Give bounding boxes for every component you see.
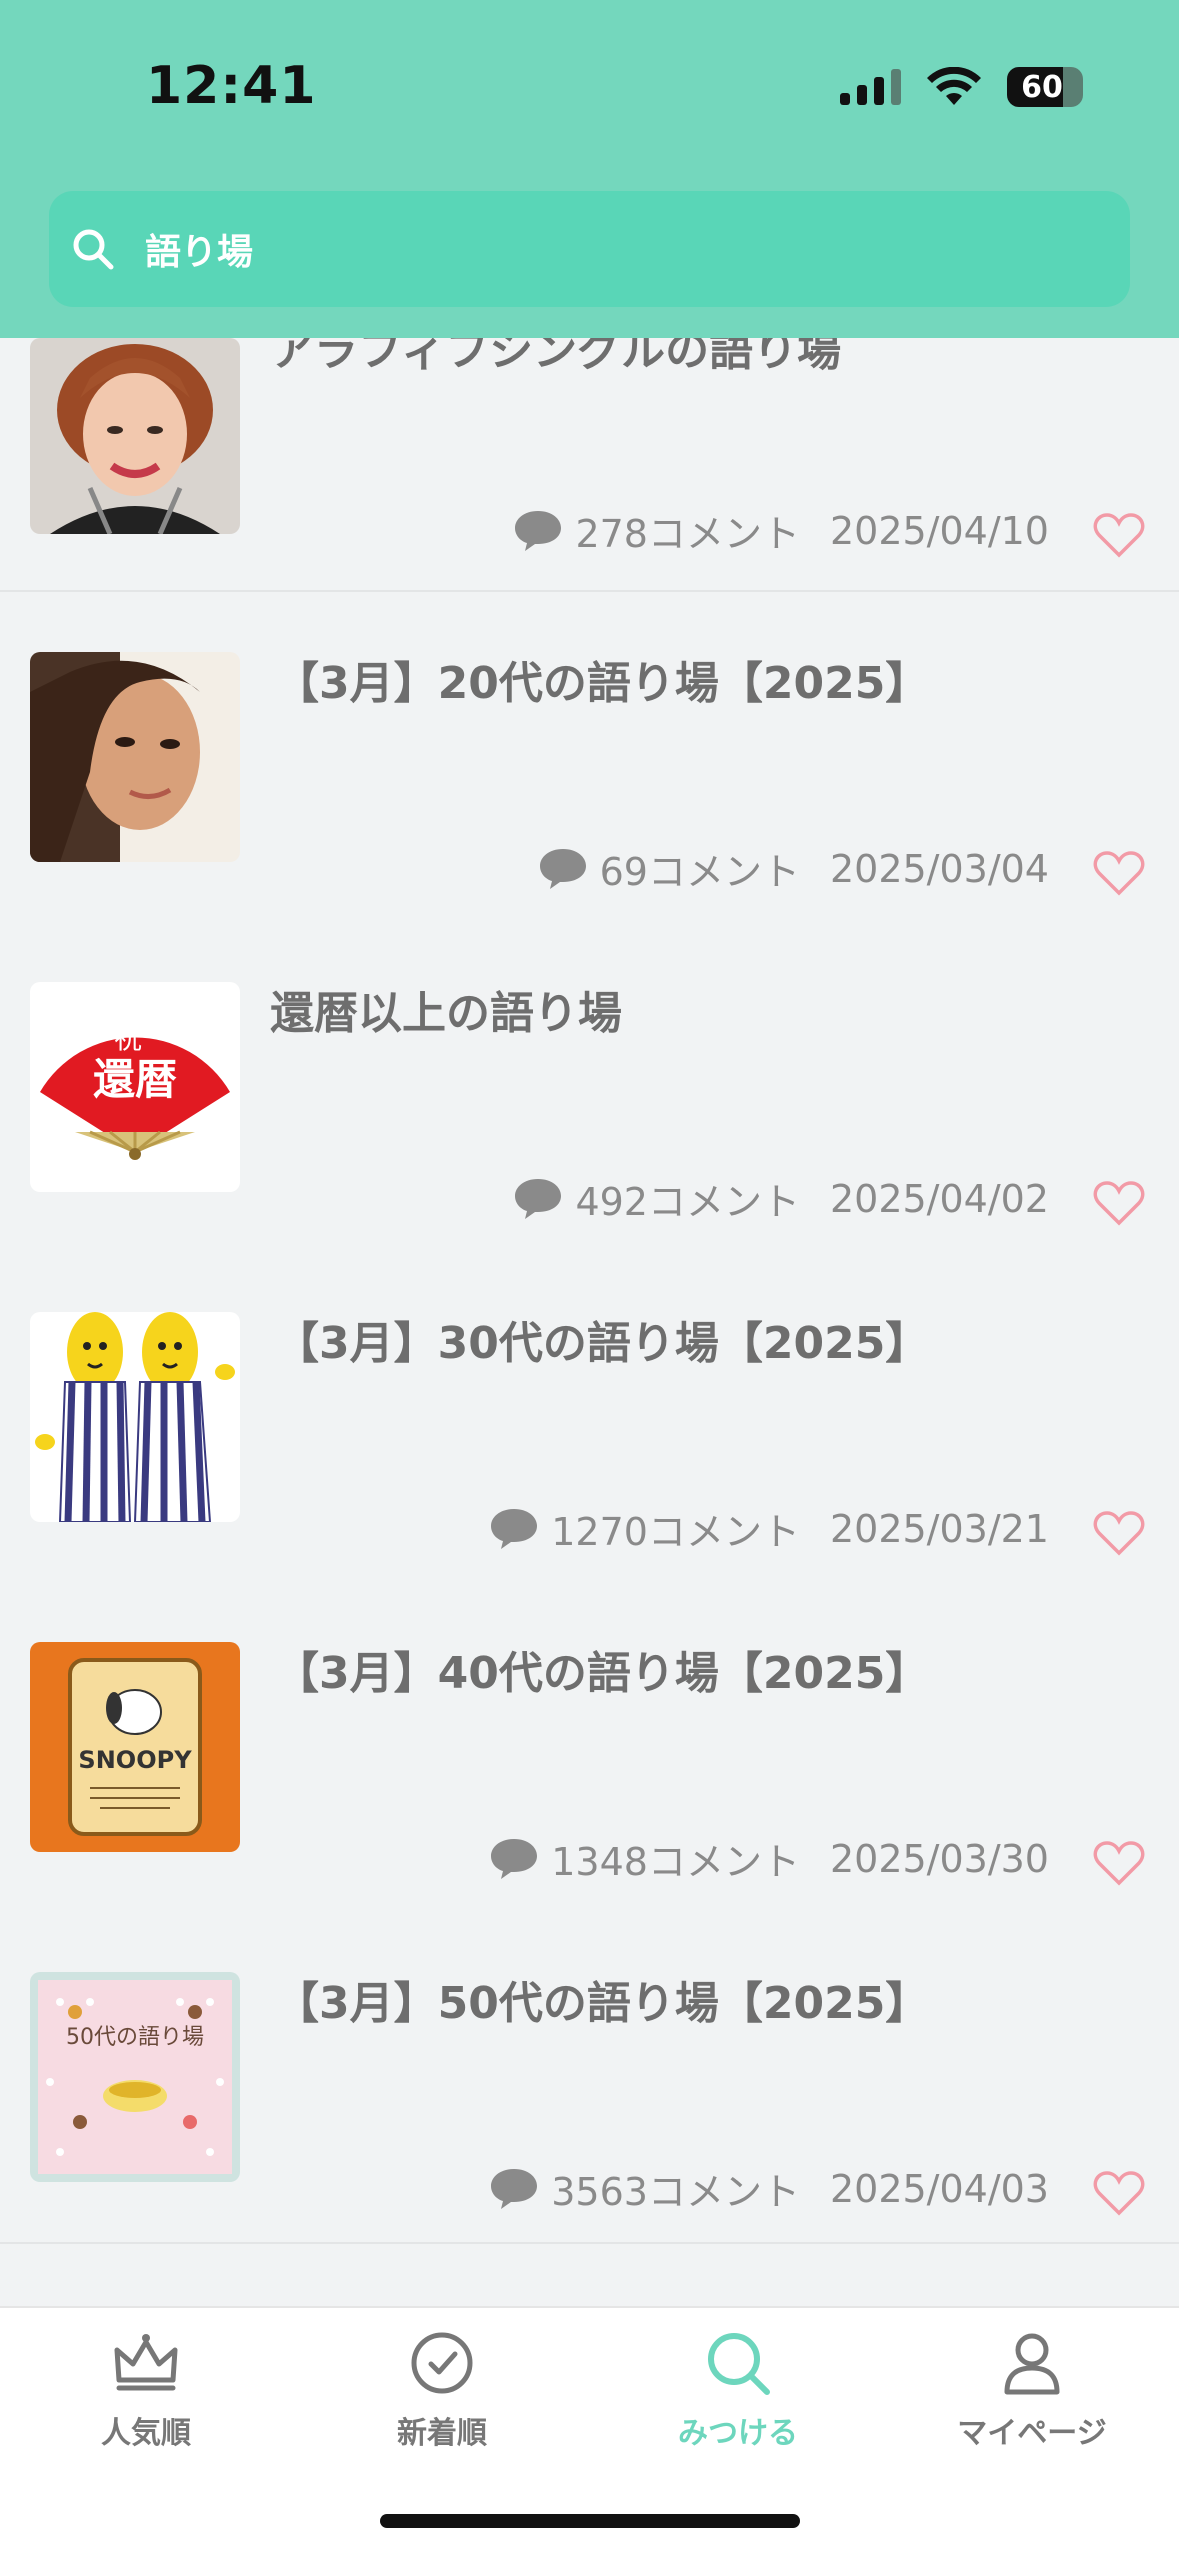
tab-label: マイページ [957, 2416, 1107, 2451]
heart-icon[interactable] [1093, 512, 1145, 558]
list-item[interactable]: 祝 還暦 還暦以上の語り場 492コメント 2025/04/02 [0, 922, 1179, 1254]
status-time: 12:41 [146, 56, 317, 116]
tab-label: 人気順 [101, 2416, 191, 2451]
fan-text-main: 還暦 [93, 1055, 177, 1104]
battery-icon: 60 [1007, 67, 1083, 107]
item-title: 【3月】30代の語り場【2025】 [275, 1318, 930, 1369]
heart-icon[interactable] [1093, 1510, 1145, 1556]
heart-icon[interactable] [1093, 2170, 1145, 2216]
comment-count: 278コメント [575, 512, 800, 556]
post-date: 2025/03/21 [829, 1506, 1049, 1551]
list-item[interactable]: 【3月】20代の語り場【2025】 69コメント 2025/03/04 [0, 592, 1179, 924]
tab-label: みつける [678, 2416, 798, 2451]
tab-mypage[interactable]: マイページ [932, 2328, 1132, 2452]
heart-icon[interactable] [1093, 1180, 1145, 1226]
card-text: 50代の語り場 [66, 2025, 204, 2050]
clock-icon [411, 2332, 473, 2394]
heart-icon[interactable] [1093, 850, 1145, 896]
item-meta: 69コメント 2025/03/04 [538, 841, 1049, 896]
comment-bubble-icon [539, 848, 586, 889]
crown-icon [114, 2334, 178, 2391]
wifi-icon [927, 67, 981, 105]
item-title: 【3月】40代の語り場【2025】 [275, 1648, 930, 1699]
tab-discover[interactable]: みつける [638, 2328, 838, 2452]
comment-count: 492コメント [575, 1180, 800, 1224]
search-icon [708, 2333, 770, 2395]
list-item[interactable]: 【3月】30代の語り場【2025】 1270コメント 2025/03/21 [0, 1252, 1179, 1584]
search-bar[interactable]: 語り場 [49, 191, 1130, 307]
thumbnail: 祝 還暦 [30, 982, 240, 1192]
battery-level: 60 [1021, 69, 1063, 105]
item-meta: 1348コメント 2025/03/30 [489, 1831, 1049, 1886]
post-date: 2025/03/30 [829, 1836, 1049, 1881]
top-header: 12:41 60 語り場 [0, 0, 1179, 338]
status-icons: 60 [840, 62, 1083, 112]
thumbnail: 50代の語り場 [30, 1972, 240, 2182]
poster-text: SNOOPY [78, 1746, 192, 1774]
tab-label: 新着順 [397, 2416, 487, 2451]
item-meta: 278コメント 2025/04/10 [513, 503, 1049, 558]
comment-bubble-icon [515, 510, 562, 551]
cellular-signal-icon [840, 69, 901, 105]
item-title: 【3月】50代の語り場【2025】 [275, 1978, 930, 2029]
comment-bubble-icon [491, 1838, 538, 1879]
home-indicator [380, 2514, 800, 2528]
tab-popular[interactable]: 人気順 [46, 2328, 246, 2452]
comment-bubble-icon [515, 1178, 562, 1219]
list-item[interactable]: 50代の語り場 【3月】50代の語り場【2025】 3563コメント 2025/… [0, 1912, 1179, 2244]
item-meta: 1270コメント 2025/03/21 [489, 1501, 1049, 1556]
thumbnail [30, 338, 240, 534]
post-date: 2025/04/10 [829, 508, 1049, 553]
comment-bubble-icon [491, 1508, 538, 1549]
item-meta: 3563コメント 2025/04/03 [489, 2161, 1049, 2216]
item-title: 還暦以上の語り場 [270, 988, 622, 1039]
post-date: 2025/03/04 [829, 846, 1049, 891]
post-date: 2025/04/02 [829, 1176, 1049, 1221]
thumbnail [30, 1312, 240, 1522]
search-query: 語り場 [145, 232, 254, 273]
list-item[interactable]: SNOOPY 【3月】40代の語り場【2025】 1348コメント 2025/0… [0, 1582, 1179, 1914]
comment-bubble-icon [491, 2168, 538, 2209]
person-icon [1004, 2333, 1060, 2395]
thumbnail: SNOOPY [30, 1642, 240, 1852]
comment-count: 3563コメント [551, 2170, 800, 2214]
item-meta: 492コメント 2025/04/02 [513, 1171, 1049, 1226]
thumbnail [30, 652, 240, 862]
post-date: 2025/04/03 [829, 2166, 1049, 2211]
item-title: 【3月】20代の語り場【2025】 [275, 658, 930, 709]
comment-count: 1270コメント [551, 1510, 800, 1554]
comment-count: 1348コメント [551, 1840, 800, 1884]
search-icon [73, 229, 114, 270]
tab-newest[interactable]: 新着順 [342, 2328, 542, 2452]
fan-text-top: 祝 [114, 1022, 142, 1055]
heart-icon[interactable] [1093, 1840, 1145, 1886]
comment-count: 69コメント [599, 850, 800, 894]
